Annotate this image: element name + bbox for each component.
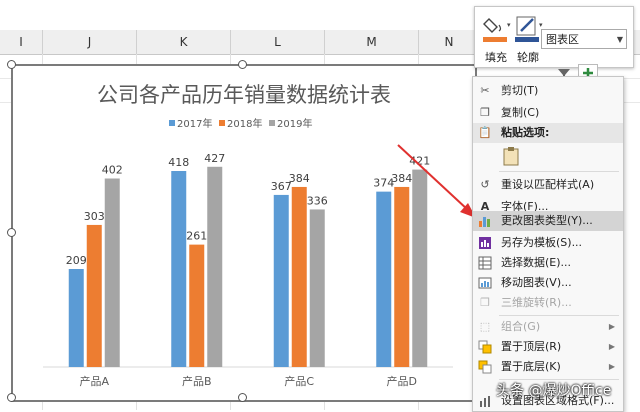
chart-area[interactable]: 公司各产品历年销量数据统计表 2017年 2018年 2019年 209 303 402 产品… (11, 64, 477, 402)
menu-item-label: 置于顶层(R) (501, 340, 562, 353)
watermark: 头条 @爆炒Office (496, 383, 612, 399)
column-header-n[interactable]: N (419, 30, 480, 54)
bar (171, 171, 187, 367)
mini-toolbar: ▾ 填充 ▾ 轮廓 图表区 ▼ (474, 6, 634, 68)
column-header-i[interactable]: I (0, 30, 43, 54)
outline-label: 轮廓 (517, 51, 539, 64)
copy-icon: ❐ (480, 106, 490, 119)
category-label: 产品D (387, 374, 417, 388)
chevron-down-icon: ▼ (616, 35, 623, 44)
submenu-arrow-icon: ▶ (608, 342, 615, 351)
menu-item-change-chart-type[interactable]: 更改图表类型(Y)... (473, 211, 623, 231)
data-label: 209 (66, 254, 87, 267)
menu-item-move-chart[interactable]: 移动图表(V)... (473, 273, 623, 293)
data-label: 402 (102, 164, 123, 177)
bar (104, 178, 120, 367)
data-label: 384 (289, 172, 310, 185)
category-label: 产品A (79, 374, 109, 388)
menu-item-bring-to-front[interactable]: 置于顶层(R) ▶ (473, 337, 623, 357)
column-header-l[interactable]: L (231, 30, 325, 54)
menu-item-label: 更改图表类型(Y)... (501, 214, 593, 227)
menu-item-reset-style[interactable]: ↺ 重设以匹配样式(A) (473, 175, 623, 195)
move-chart-icon (478, 276, 492, 290)
column-header-k[interactable]: K (137, 30, 231, 54)
menu-divider (499, 171, 619, 172)
menu-item-label: 组合(G) (501, 320, 541, 333)
column-header-m[interactable]: M (325, 30, 419, 54)
data-label: 261 (186, 230, 207, 243)
menu-item-cut[interactable]: ✂ 剪切(T) (473, 81, 623, 101)
submenu-arrow-icon: ▶ (608, 322, 615, 331)
group-icon: ⬚ (479, 320, 491, 333)
resize-handle[interactable] (7, 393, 16, 402)
bar-chart[interactable]: 公司各产品历年销量数据统计表 2017年 2018年 2019年 209 303 402 产品… (13, 66, 475, 400)
bar (291, 186, 307, 367)
submenu-arrow-icon: ▶ (608, 362, 615, 371)
category-label: 产品C (284, 374, 314, 388)
menu-item-3d-rotation[interactable]: ❒ 三维旋转(R)... (473, 293, 623, 313)
send-back-icon (478, 360, 492, 374)
pen-outline-icon: ▾ (515, 16, 543, 42)
bar (86, 224, 102, 367)
bring-front-icon (478, 340, 492, 354)
legend-swatch (269, 120, 275, 126)
data-label: 336 (307, 194, 328, 207)
bar (207, 166, 223, 367)
menu-divider (499, 315, 619, 316)
scissors-icon: ✂ (480, 84, 490, 97)
legend-swatch (169, 120, 175, 126)
data-label: 303 (84, 210, 105, 223)
menu-item-label: 剪切(T) (501, 84, 539, 97)
paint-bucket-icon: ▾ (483, 18, 511, 42)
resize-handle[interactable] (238, 60, 247, 69)
clipboard-icon (503, 147, 519, 166)
outline-button[interactable]: ▾ 轮廓 (511, 11, 545, 65)
menu-item-label: 置于底层(K) (501, 360, 561, 373)
legend-swatch (219, 120, 225, 126)
template-icon (478, 236, 492, 250)
chart-element-value: 图表区 (546, 33, 579, 46)
bar (376, 191, 392, 367)
menu-item-select-data[interactable]: 选择数据(E)... (473, 253, 623, 273)
menu-item-label: 重设以匹配样式(A) (501, 178, 595, 191)
select-data-icon (478, 256, 492, 270)
legend-entry: 2018年 (227, 117, 262, 130)
legend-entry: 2019年 (277, 117, 312, 130)
menu-item-label: 另存为模板(S)... (501, 236, 583, 249)
paste-option-button[interactable] (501, 145, 521, 167)
resize-handle[interactable] (238, 393, 247, 402)
bar (189, 244, 205, 367)
chart-type-icon (478, 214, 492, 228)
resize-handle[interactable] (7, 228, 16, 237)
menu-item-send-to-back[interactable]: 置于底层(K) ▶ (473, 357, 623, 377)
chart-title: 公司各产品历年销量数据统计表 (97, 83, 391, 107)
category-label: 产品B (182, 374, 212, 388)
column-header-j[interactable]: J (43, 30, 137, 54)
resize-handle[interactable] (7, 60, 16, 69)
legend-entry: 2017年 (177, 117, 212, 130)
menu-item-group[interactable]: ⬚ 组合(G) ▶ (473, 317, 623, 337)
data-label: 427 (204, 152, 225, 165)
menu-item-label: 粘贴选项: (501, 126, 550, 139)
bar (273, 194, 289, 367)
bar (68, 269, 84, 367)
menu-item-copy[interactable]: ❐ 复制(C) (473, 103, 623, 123)
format-icon (478, 394, 492, 408)
menu-item-label: 移动图表(V)... (501, 276, 572, 289)
paste-icon: 📋 (478, 126, 492, 139)
rotate-3d-icon: ❒ (480, 296, 490, 309)
menu-item-label: 三维旋转(R)... (501, 296, 572, 309)
menu-item-paste-options: 📋 粘贴选项: (473, 123, 623, 143)
reset-style-icon: ↺ (480, 178, 490, 191)
menu-item-save-template[interactable]: 另存为模板(S)... (473, 233, 623, 253)
menu-item-label: 复制(C) (501, 106, 540, 119)
bar (309, 209, 325, 367)
fill-button[interactable]: ▾ 填充 (479, 11, 513, 65)
svg-text:▾: ▾ (539, 21, 543, 29)
data-label: 418 (168, 156, 189, 169)
menu-item-label: 选择数据(E)... (501, 256, 572, 269)
context-menu: ✂ 剪切(T) ❐ 复制(C) 📋 粘贴选项: ↺ 重设以匹配样式(A) A 字… (472, 76, 624, 412)
chart-element-dropdown[interactable]: 图表区 ▼ (541, 29, 627, 49)
fill-label: 填充 (485, 51, 507, 64)
